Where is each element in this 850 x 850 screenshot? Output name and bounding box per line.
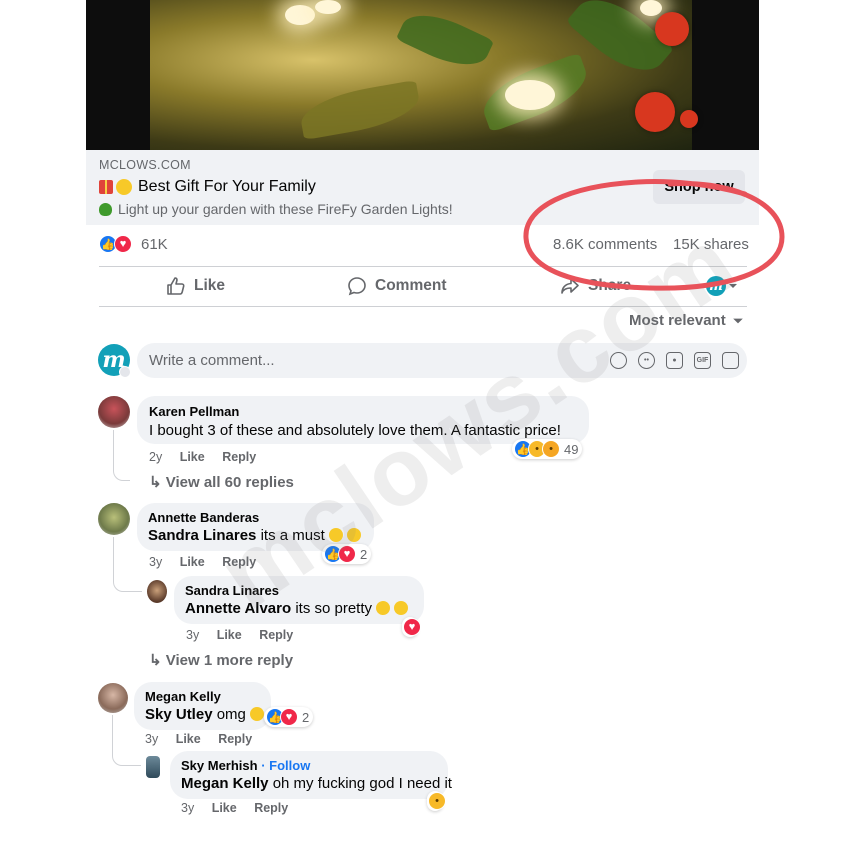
mention-link[interactable]: Megan Kelly	[181, 775, 269, 792]
link-description-text: Light up your garden with these FireFy G…	[118, 201, 453, 217]
like-button[interactable]: Like	[166, 273, 225, 299]
crying-emoji-icon	[394, 601, 409, 615]
reply-body: oh my fucking god I need it	[272, 775, 452, 792]
comment-body: omg	[216, 706, 246, 723]
comment-time[interactable]: 3y	[145, 732, 158, 746]
commenter-name[interactable]: Karen Pellman	[149, 404, 239, 419]
comment-time[interactable]: 2y	[149, 450, 162, 464]
comment-reply-link[interactable]: Reply	[222, 450, 256, 464]
comment-like-link[interactable]: Like	[176, 732, 201, 746]
highlight-ellipse-annotation	[523, 179, 785, 291]
thread-line	[113, 537, 142, 592]
kiss-reaction-icon: •	[542, 440, 560, 458]
reaction-summary[interactable]: 👍 ♥	[99, 235, 132, 253]
love-reaction-icon: ♥	[114, 235, 132, 253]
smile-emoji-icon	[116, 179, 132, 195]
reply-reactions[interactable]: ♥	[402, 617, 421, 637]
comment-bubble-icon	[348, 277, 366, 296]
comment-like-link[interactable]: Like	[180, 555, 205, 569]
thumbs-up-icon	[167, 277, 185, 295]
comment-meta: 3y Like Reply	[145, 732, 266, 746]
link-description: Light up your garden with these FireFy G…	[99, 201, 453, 217]
view-more-label: View 1 more reply	[165, 652, 294, 669]
reply-meta: 3y Like Reply	[181, 801, 302, 815]
reply-time[interactable]: 3y	[181, 801, 194, 815]
reply-reactions[interactable]: •	[427, 791, 446, 811]
gif-icon[interactable]: GIF	[694, 352, 711, 369]
gift-emoji-icon	[99, 180, 113, 194]
reply-like-link[interactable]: Like	[212, 801, 237, 815]
replier-name[interactable]: Sky Merhish	[181, 758, 258, 773]
post-video[interactable]	[86, 0, 759, 150]
commenter-name[interactable]: Megan Kelly	[145, 689, 221, 704]
haha-reaction-icon: •	[428, 792, 446, 810]
commenter-avatar[interactable]	[98, 503, 130, 535]
comment-like-link[interactable]: Like	[180, 450, 205, 464]
like-label: Like	[194, 277, 226, 294]
replier-avatar[interactable]	[147, 580, 167, 603]
reply-text: Megan Kelly oh my fucking god I need it	[181, 775, 452, 792]
comment-reactions[interactable]: 👍 ♥ 2	[264, 707, 314, 727]
follow-link[interactable]: · Follow	[261, 758, 310, 773]
view-more-replies-link[interactable]: ↳ View 1 more reply	[149, 651, 293, 669]
crying-emoji-icon	[376, 601, 391, 615]
reply-body: its so pretty	[295, 600, 373, 617]
link-title[interactable]: Best Gift For Your Family	[99, 178, 316, 196]
chevron-down-icon[interactable]	[119, 366, 131, 378]
comment-input[interactable]: Write a comment...	[149, 352, 275, 369]
reply-reply-link[interactable]: Reply	[254, 801, 288, 815]
tree-emoji-icon	[99, 202, 112, 216]
love-reaction-icon: ♥	[280, 708, 298, 726]
reaction-count: 2	[302, 709, 310, 725]
love-reaction-icon: ♥	[403, 618, 421, 636]
reply-arrow-icon: ↳	[149, 652, 162, 669]
thread-line	[112, 715, 141, 766]
mention-link[interactable]: Sky Utley	[145, 706, 213, 723]
comment-label: Comment	[375, 277, 447, 294]
reaction-count: 49	[564, 441, 579, 457]
commenter-avatar[interactable]	[98, 683, 128, 713]
replier-avatar[interactable]	[146, 756, 160, 778]
pleading-emoji-icon	[250, 707, 265, 721]
comment-meta: 2y Like Reply	[149, 450, 270, 464]
sticker-icon[interactable]	[722, 352, 739, 369]
comment-time[interactable]: 3y	[149, 555, 162, 569]
reply-reply-link[interactable]: Reply	[259, 628, 293, 642]
reaction-count[interactable]: 61K	[141, 236, 168, 253]
commenter-avatar[interactable]	[98, 396, 130, 428]
reply-meta: 3y Like Reply	[186, 628, 307, 642]
comment-reply-link[interactable]: Reply	[218, 732, 252, 746]
replier-name-row: Sky Merhish · Follow	[181, 758, 310, 773]
chevron-down-icon	[732, 318, 743, 323]
comment-button[interactable]: Comment	[347, 273, 446, 299]
link-title-text: Best Gift For Your Family	[138, 178, 316, 195]
reply-arrow-icon: ↳	[149, 474, 162, 491]
comment-text: Sky Utley omg	[145, 706, 265, 723]
reply-like-link[interactable]: Like	[217, 628, 242, 642]
view-replies-link[interactable]: ↳ View all 60 replies	[149, 473, 294, 491]
thread-line	[113, 430, 130, 481]
link-domain: MCLOWS.COM	[99, 158, 191, 172]
reply-time[interactable]: 3y	[186, 628, 199, 642]
